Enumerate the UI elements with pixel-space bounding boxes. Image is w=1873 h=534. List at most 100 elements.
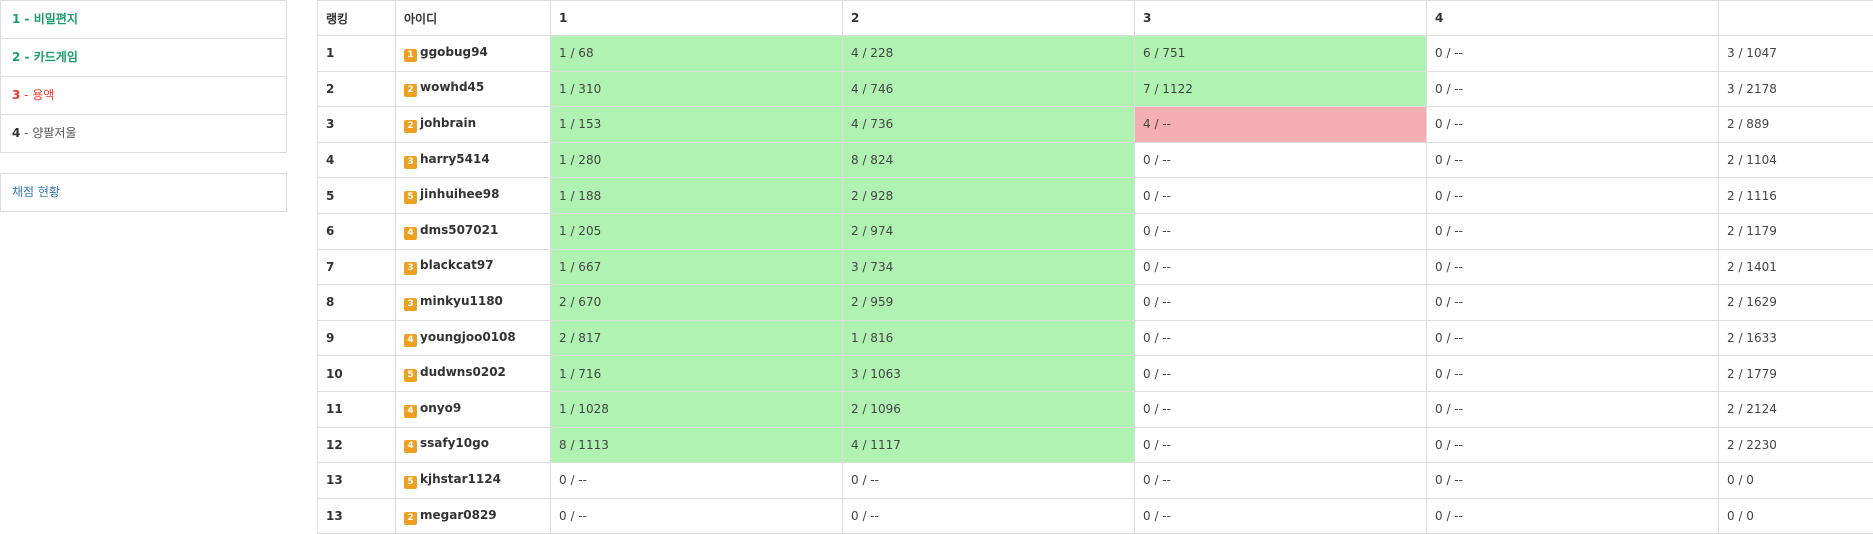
user-cell: 5 kjhstar1124: [395, 462, 551, 499]
tier-badge-icon: 5: [404, 191, 417, 205]
problem-1-score-cell: 1 / 667: [550, 248, 843, 286]
rank-cell: 7: [317, 248, 396, 286]
problem-3-score-cell: 0 / --: [1134, 212, 1427, 250]
header-problem-4[interactable]: 4: [1426, 0, 1719, 36]
problem-title: - 용액: [20, 88, 55, 102]
problem-item-2[interactable]: 2 - 카드게임: [1, 39, 286, 77]
table-row: 9 4 youngjoo0108 2 / 817 1 / 816 0 / -- 0 / --…: [317, 319, 1873, 357]
header-problem-2[interactable]: 2: [842, 0, 1135, 36]
problem-1-score-cell: 1 / 1028: [550, 390, 843, 428]
problem-3-score-cell: 0 / --: [1134, 497, 1427, 534]
problem-1-score-cell: 1 / 716: [550, 355, 843, 392]
problem-2-score-cell: 4 / 1117: [842, 426, 1135, 464]
rank-cell: 4: [317, 141, 396, 179]
problem-3-score-cell: 4 / --: [1134, 106, 1427, 143]
problem-4-score-cell: 0 / --: [1426, 212, 1719, 250]
problem-title: - 양팔저울: [20, 126, 77, 140]
problem-item-3[interactable]: 3 - 용액: [1, 77, 286, 115]
user-cell: 1 ggobug94: [395, 35, 551, 72]
problem-3-score-cell: 6 / 751: [1134, 35, 1427, 72]
problem-2-score-cell: 0 / --: [842, 497, 1135, 534]
problem-4-score-cell: 0 / --: [1426, 497, 1719, 534]
problem-item-4[interactable]: 4 - 양팔저울: [1, 115, 286, 153]
header-total: [1718, 0, 1873, 36]
rank-cell: 6: [317, 212, 396, 250]
problem-3-score-cell: 0 / --: [1134, 177, 1427, 214]
table-row: 2 2 wowhd45 1 / 310 4 / 746 7 / 1122 0 / -- 3 /…: [317, 70, 1873, 108]
user-id-link[interactable]: jinhuihee98: [420, 187, 500, 201]
problem-1-score-cell: 2 / 817: [550, 319, 843, 357]
problem-3-score-cell: 0 / --: [1134, 141, 1427, 179]
tier-badge-icon: 2: [404, 511, 417, 525]
total-score-cell: 2 / 2124: [1718, 390, 1873, 428]
problem-4-score-cell: 0 / --: [1426, 284, 1719, 321]
problem-1-score-cell: 0 / --: [550, 497, 843, 534]
user-cell: 4 onyo9: [395, 390, 551, 428]
problem-3-score-cell: 0 / --: [1134, 319, 1427, 357]
rank-cell: 1: [317, 35, 396, 72]
rank-cell: 11: [317, 390, 396, 428]
table-row: 12 4 ssafy10go 8 / 1113 4 / 1117 0 / -- 0 / --…: [317, 426, 1873, 464]
problem-4-score-cell: 0 / --: [1426, 355, 1719, 392]
ranking-table-container: 랭킹 아이디 1 2 3 4 1 1 ggobug94 1 / 68 4 / 228 6 …: [317, 0, 1873, 534]
problem-4-score-cell: 0 / --: [1426, 390, 1719, 428]
tier-badge-icon: 5: [404, 475, 417, 489]
user-id-link[interactable]: blackcat97: [420, 258, 494, 272]
user-id-link[interactable]: megar0829: [420, 508, 497, 522]
problem-2-score-cell: 3 / 734: [842, 248, 1135, 286]
table-row: 5 5 jinhuihee98 1 / 188 2 / 928 0 / -- 0 / -- 2…: [317, 177, 1873, 214]
problem-2-score-cell: 0 / --: [842, 462, 1135, 499]
problem-3-score-cell: 0 / --: [1134, 284, 1427, 321]
rank-cell: 13: [317, 462, 396, 499]
user-id-link[interactable]: ggobug94: [420, 45, 488, 59]
problem-1-score-cell: 1 / 310: [550, 70, 843, 108]
problem-2-score-cell: 2 / 928: [842, 177, 1135, 214]
problem-item-1[interactable]: 1 - 비밀편지: [1, 1, 286, 39]
table-row: 3 2 johbrain 1 / 153 4 / 736 4 / -- 0 / -- 2 / …: [317, 106, 1873, 143]
user-cell: 3 minkyu1180: [395, 284, 551, 321]
user-id-link[interactable]: onyo9: [420, 401, 461, 415]
problem-4-score-cell: 0 / --: [1426, 35, 1719, 72]
user-cell: 5 dudwns0202: [395, 355, 551, 392]
problem-4-score-cell: 0 / --: [1426, 106, 1719, 143]
header-problem-3[interactable]: 3: [1134, 0, 1427, 36]
user-id-link[interactable]: dudwns0202: [420, 365, 506, 379]
problem-1-score-cell: 1 / 153: [550, 106, 843, 143]
user-cell: 3 blackcat97: [395, 248, 551, 286]
total-score-cell: 2 / 1179: [1718, 212, 1873, 250]
user-id-link[interactable]: youngjoo0108: [420, 330, 516, 344]
user-cell: 4 dms507021: [395, 212, 551, 250]
problem-3-score-cell: 7 / 1122: [1134, 70, 1427, 108]
total-score-cell: 2 / 1401: [1718, 248, 1873, 286]
problem-3-score-cell: 0 / --: [1134, 390, 1427, 428]
user-id-link[interactable]: wowhd45: [420, 80, 484, 94]
rank-cell: 10: [317, 355, 396, 392]
user-id-link[interactable]: ssafy10go: [420, 436, 489, 450]
problem-2-score-cell: 1 / 816: [842, 319, 1135, 357]
user-id-link[interactable]: harry5414: [420, 152, 490, 166]
judge-status-link[interactable]: 채점 현황: [0, 173, 287, 212]
total-score-cell: 2 / 1104: [1718, 141, 1873, 179]
user-id-link[interactable]: johbrain: [420, 116, 476, 130]
ranking-table: 랭킹 아이디 1 2 3 4 1 1 ggobug94 1 / 68 4 / 228 6 …: [317, 0, 1873, 534]
total-score-cell: 2 / 1629: [1718, 284, 1873, 321]
rank-cell: 13: [317, 497, 396, 534]
user-cell: 3 harry5414: [395, 141, 551, 179]
problem-2-score-cell: 2 / 959: [842, 284, 1135, 321]
total-score-cell: 0 / 0: [1718, 497, 1873, 534]
rank-cell: 3: [317, 106, 396, 143]
problem-1-score-cell: 1 / 188: [550, 177, 843, 214]
problem-4-score-cell: 0 / --: [1426, 141, 1719, 179]
problem-4-score-cell: 0 / --: [1426, 177, 1719, 214]
user-id-link[interactable]: minkyu1180: [420, 294, 503, 308]
table-row: 13 2 megar0829 0 / -- 0 / -- 0 / -- 0 / -- 0 / …: [317, 497, 1873, 534]
user-id-link[interactable]: kjhstar1124: [420, 472, 501, 486]
header-rank: 랭킹: [317, 0, 396, 36]
table-row: 10 5 dudwns0202 1 / 716 3 / 1063 0 / -- 0 / --…: [317, 355, 1873, 392]
problem-3-score-cell: 0 / --: [1134, 462, 1427, 499]
user-id-link[interactable]: dms507021: [420, 223, 498, 237]
total-score-cell: 3 / 1047: [1718, 35, 1873, 72]
user-cell: 4 youngjoo0108: [395, 319, 551, 357]
header-problem-1[interactable]: 1: [550, 0, 843, 36]
table-row: 11 4 onyo9 1 / 1028 2 / 1096 0 / -- 0 / -- 2 / …: [317, 390, 1873, 428]
